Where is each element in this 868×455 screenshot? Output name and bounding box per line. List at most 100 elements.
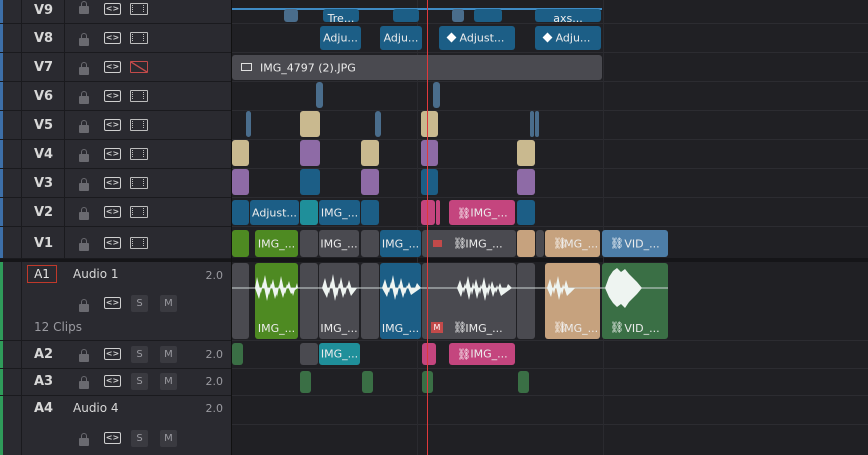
track-name[interactable]: Audio 1 [73,267,119,281]
lock-icon[interactable] [79,62,89,76]
solo-button[interactable]: S [131,295,148,312]
lock-icon[interactable] [79,149,89,163]
audio-clip[interactable] [518,371,529,393]
clip[interactable] [452,9,464,22]
clip[interactable]: Tre... [323,9,359,22]
lock-icon[interactable] [79,33,89,47]
clip[interactable] [361,140,379,166]
track-v9[interactable]: V9 <> [0,0,231,24]
clip[interactable] [300,200,318,225]
clip[interactable] [284,9,298,22]
track-a3[interactable]: A3 <> S M 2.0 [0,369,231,396]
image-clip[interactable]: IMG_... [319,200,360,225]
linked-audio-clip[interactable]: ⛓ IMG_... [449,343,515,365]
auto-select-icon[interactable]: <> [104,148,121,160]
auto-select-icon[interactable]: <> [104,206,121,218]
auto-select-icon[interactable]: <> [104,237,121,249]
adjustment-clip[interactable]: Adjust... [439,26,515,50]
linked-clip[interactable]: ⛓ IMG_... [545,230,600,257]
clip[interactable]: axs... [535,9,601,22]
lock-icon[interactable] [79,1,89,15]
clip[interactable] [232,140,249,166]
clip[interactable] [517,140,535,166]
clip[interactable] [316,82,323,108]
track-v8[interactable]: V8 <> [0,24,231,53]
clip[interactable] [232,230,249,257]
linked-clip[interactable]: ⛓ IMG_... [422,230,516,257]
lock-icon[interactable] [79,433,89,447]
clip[interactable] [393,9,419,22]
mute-button[interactable]: M [160,430,177,447]
auto-select-icon[interactable]: <> [104,90,121,102]
audio-clip[interactable] [300,343,318,365]
clip[interactable] [517,169,535,195]
track-a2[interactable]: A2 <> S M 2.0 [0,341,231,369]
playhead[interactable] [427,0,428,455]
clip[interactable] [517,230,535,257]
lock-icon[interactable] [79,376,89,390]
adjustment-clip[interactable]: Adju... [380,26,422,50]
lock-icon[interactable] [79,299,89,313]
clip[interactable] [421,140,438,166]
lock-icon[interactable] [79,207,89,221]
video-enable-icon[interactable] [130,90,148,102]
auto-select-icon[interactable]: <> [104,3,121,15]
clip[interactable] [246,111,251,137]
track-name[interactable]: Audio 4 [73,401,119,415]
track-v5[interactable]: V5 <> [0,111,231,140]
audio-clip[interactable] [232,343,243,365]
lock-icon[interactable] [79,120,89,134]
video-disabled-icon[interactable] [130,61,148,73]
track-v6[interactable]: V6 <> [0,82,231,111]
clip[interactable] [517,200,535,225]
auto-select-icon[interactable]: <> [104,348,121,360]
image-clip[interactable]: IMG_... [319,230,359,257]
clip[interactable] [232,169,249,195]
adjustment-clip[interactable]: Adjust... [250,200,299,225]
auto-select-icon[interactable]: <> [104,375,121,387]
clip[interactable] [300,169,320,195]
auto-select-icon[interactable]: <> [104,297,121,309]
mute-button[interactable]: M [160,373,177,390]
video-enable-icon[interactable] [130,206,148,218]
clip[interactable] [300,230,318,257]
video-enable-icon[interactable] [130,119,148,131]
track-a4[interactable]: A4 Audio 4 2.0 <> S M [0,396,231,455]
auto-select-icon[interactable]: <> [104,177,121,189]
image-clip[interactable]: IMG_... [380,230,421,257]
clip[interactable] [535,111,539,137]
clip[interactable] [474,9,502,22]
clip[interactable] [536,230,544,257]
lock-icon[interactable] [79,349,89,363]
audio-clip[interactable]: IMG_... [319,343,360,365]
audio-clip[interactable] [422,343,436,365]
video-enable-icon[interactable] [130,32,148,44]
clip[interactable] [361,200,379,225]
clip[interactable] [530,111,534,137]
mute-button[interactable]: M [160,295,177,312]
track-v1[interactable]: V1 <> [0,227,231,259]
clip[interactable] [300,111,320,137]
clip[interactable] [421,169,438,195]
lock-icon[interactable] [79,238,89,252]
linked-clip[interactable]: ⛓ IMG_... [449,200,515,225]
track-v2[interactable]: V2 <> [0,198,231,227]
mute-button[interactable]: M [160,346,177,363]
auto-select-icon[interactable]: <> [104,61,121,73]
video-enable-icon[interactable] [130,237,148,249]
clip[interactable] [361,169,379,195]
image-clip[interactable]: IMG_... [255,230,298,257]
lock-icon[interactable] [79,178,89,192]
adjustment-clip[interactable]: Adju... [320,26,361,50]
solo-button[interactable]: S [131,373,148,390]
clip[interactable] [232,200,249,225]
track-v7[interactable]: V7 <> [0,53,231,82]
solo-button[interactable]: S [131,346,148,363]
auto-select-icon[interactable]: <> [104,32,121,44]
image-clip[interactable]: IMG_4797 (2).JPG [232,55,602,80]
clip[interactable] [361,230,379,257]
clip[interactable] [300,140,320,166]
audio-clip[interactable] [300,371,311,393]
video-enable-icon[interactable] [130,177,148,189]
clip[interactable] [421,200,435,225]
